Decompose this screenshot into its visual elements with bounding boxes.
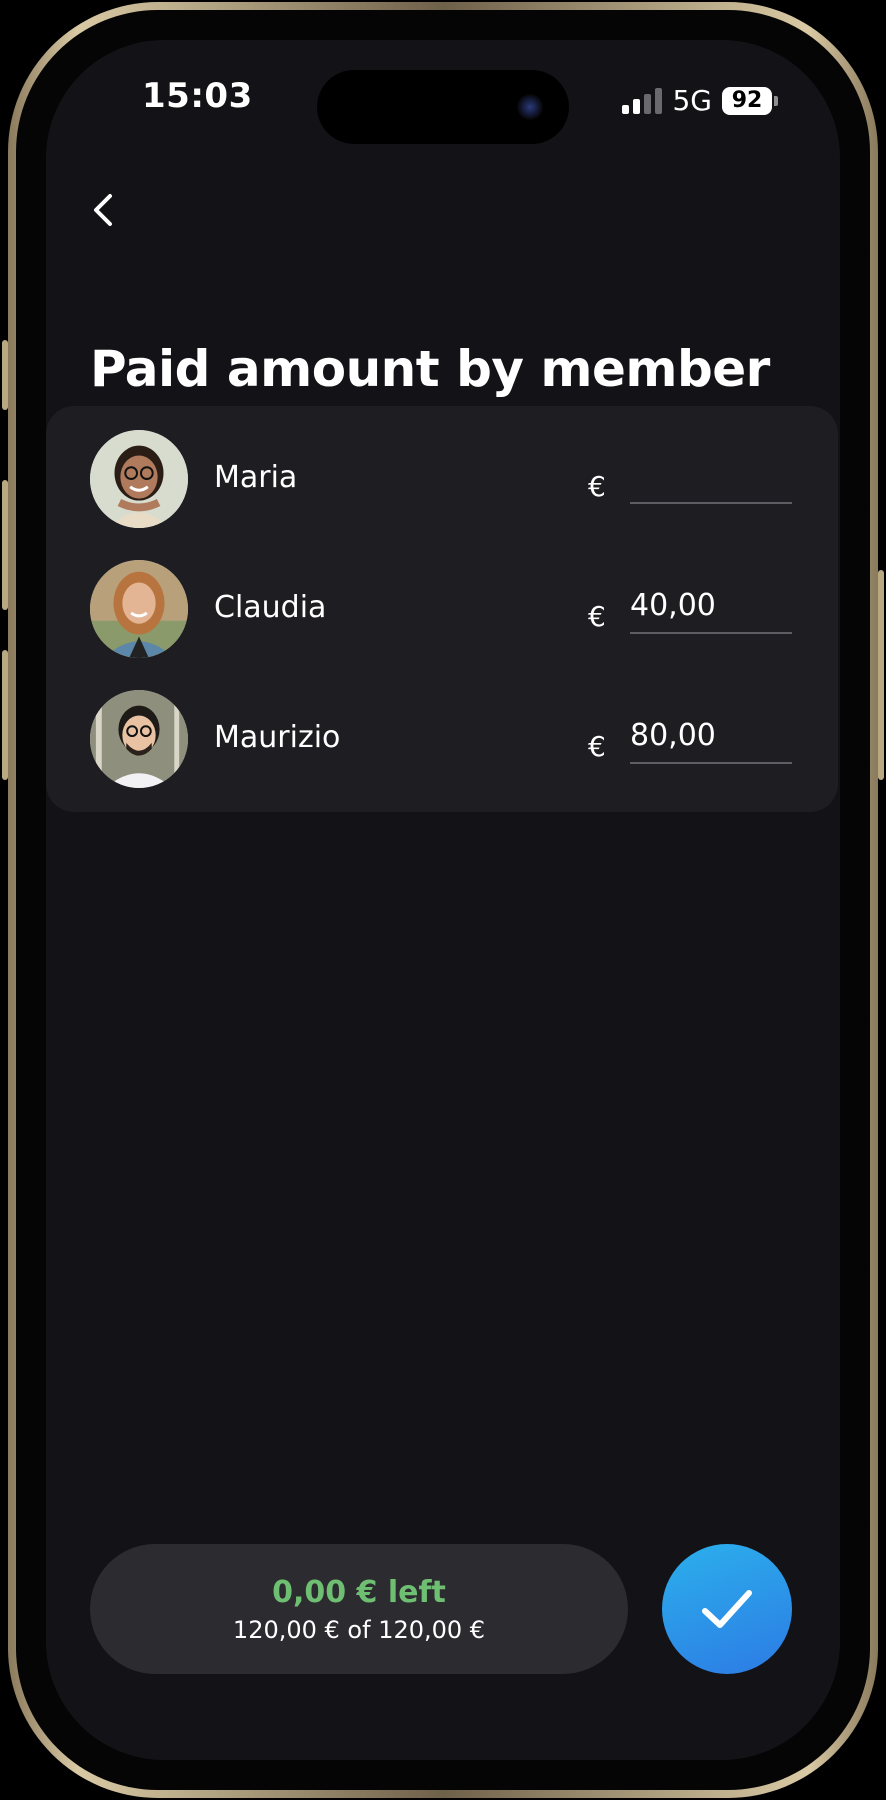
volume-up-button (2, 480, 8, 610)
status-time: 15:03 (142, 76, 253, 116)
status-indicators: 5G 92 (622, 84, 778, 117)
front-camera (517, 94, 543, 120)
avatar-claudia (90, 560, 188, 658)
action-button (2, 340, 8, 410)
member-name: Maria (214, 460, 298, 495)
dynamic-island (317, 70, 569, 144)
remaining-summary: 0,00 € left 120,00 € of 120,00 € (90, 1544, 628, 1674)
battery-level: 92 (722, 86, 772, 115)
volume-down-button (2, 650, 8, 780)
avatar-maurizio (90, 690, 188, 788)
battery-icon: 92 (722, 86, 778, 115)
member-name: Claudia (214, 590, 327, 625)
member-row-maurizio: Maurizio € (46, 690, 838, 820)
members-card: Maria € Claudia € 40,00 Maurizio € 80,00 (46, 406, 838, 812)
phone-frame: 15:03 5G 92 Paid amount by member Maria … (8, 2, 878, 1798)
power-button (878, 570, 884, 780)
avatar-maria (90, 430, 188, 528)
network-type: 5G (672, 84, 712, 117)
member-row-claudia: Claudia € (46, 560, 838, 690)
amount-input-maria[interactable] (630, 448, 792, 504)
currency-symbol: € (588, 470, 606, 503)
confirm-button[interactable] (662, 1544, 792, 1674)
member-name: Maurizio (214, 720, 341, 755)
amount-input-maurizio[interactable] (630, 708, 792, 764)
total-amount: 120,00 € of 120,00 € (232, 1615, 486, 1644)
remaining-amount: 0,00 € left (272, 1574, 446, 1610)
currency-symbol: € (588, 600, 606, 633)
chevron-left-icon (94, 194, 112, 226)
back-button[interactable] (82, 188, 126, 232)
checkmark-icon (702, 1590, 752, 1628)
page-title: Paid amount by member (90, 340, 770, 398)
signal-icon (622, 87, 663, 114)
phone-bezel: 15:03 5G 92 Paid amount by member Maria … (16, 10, 870, 1790)
member-row-maria: Maria € (46, 430, 838, 560)
currency-symbol: € (588, 730, 606, 763)
app-screen: 15:03 5G 92 Paid amount by member Maria … (46, 40, 840, 1760)
amount-input-claudia[interactable] (630, 578, 792, 634)
